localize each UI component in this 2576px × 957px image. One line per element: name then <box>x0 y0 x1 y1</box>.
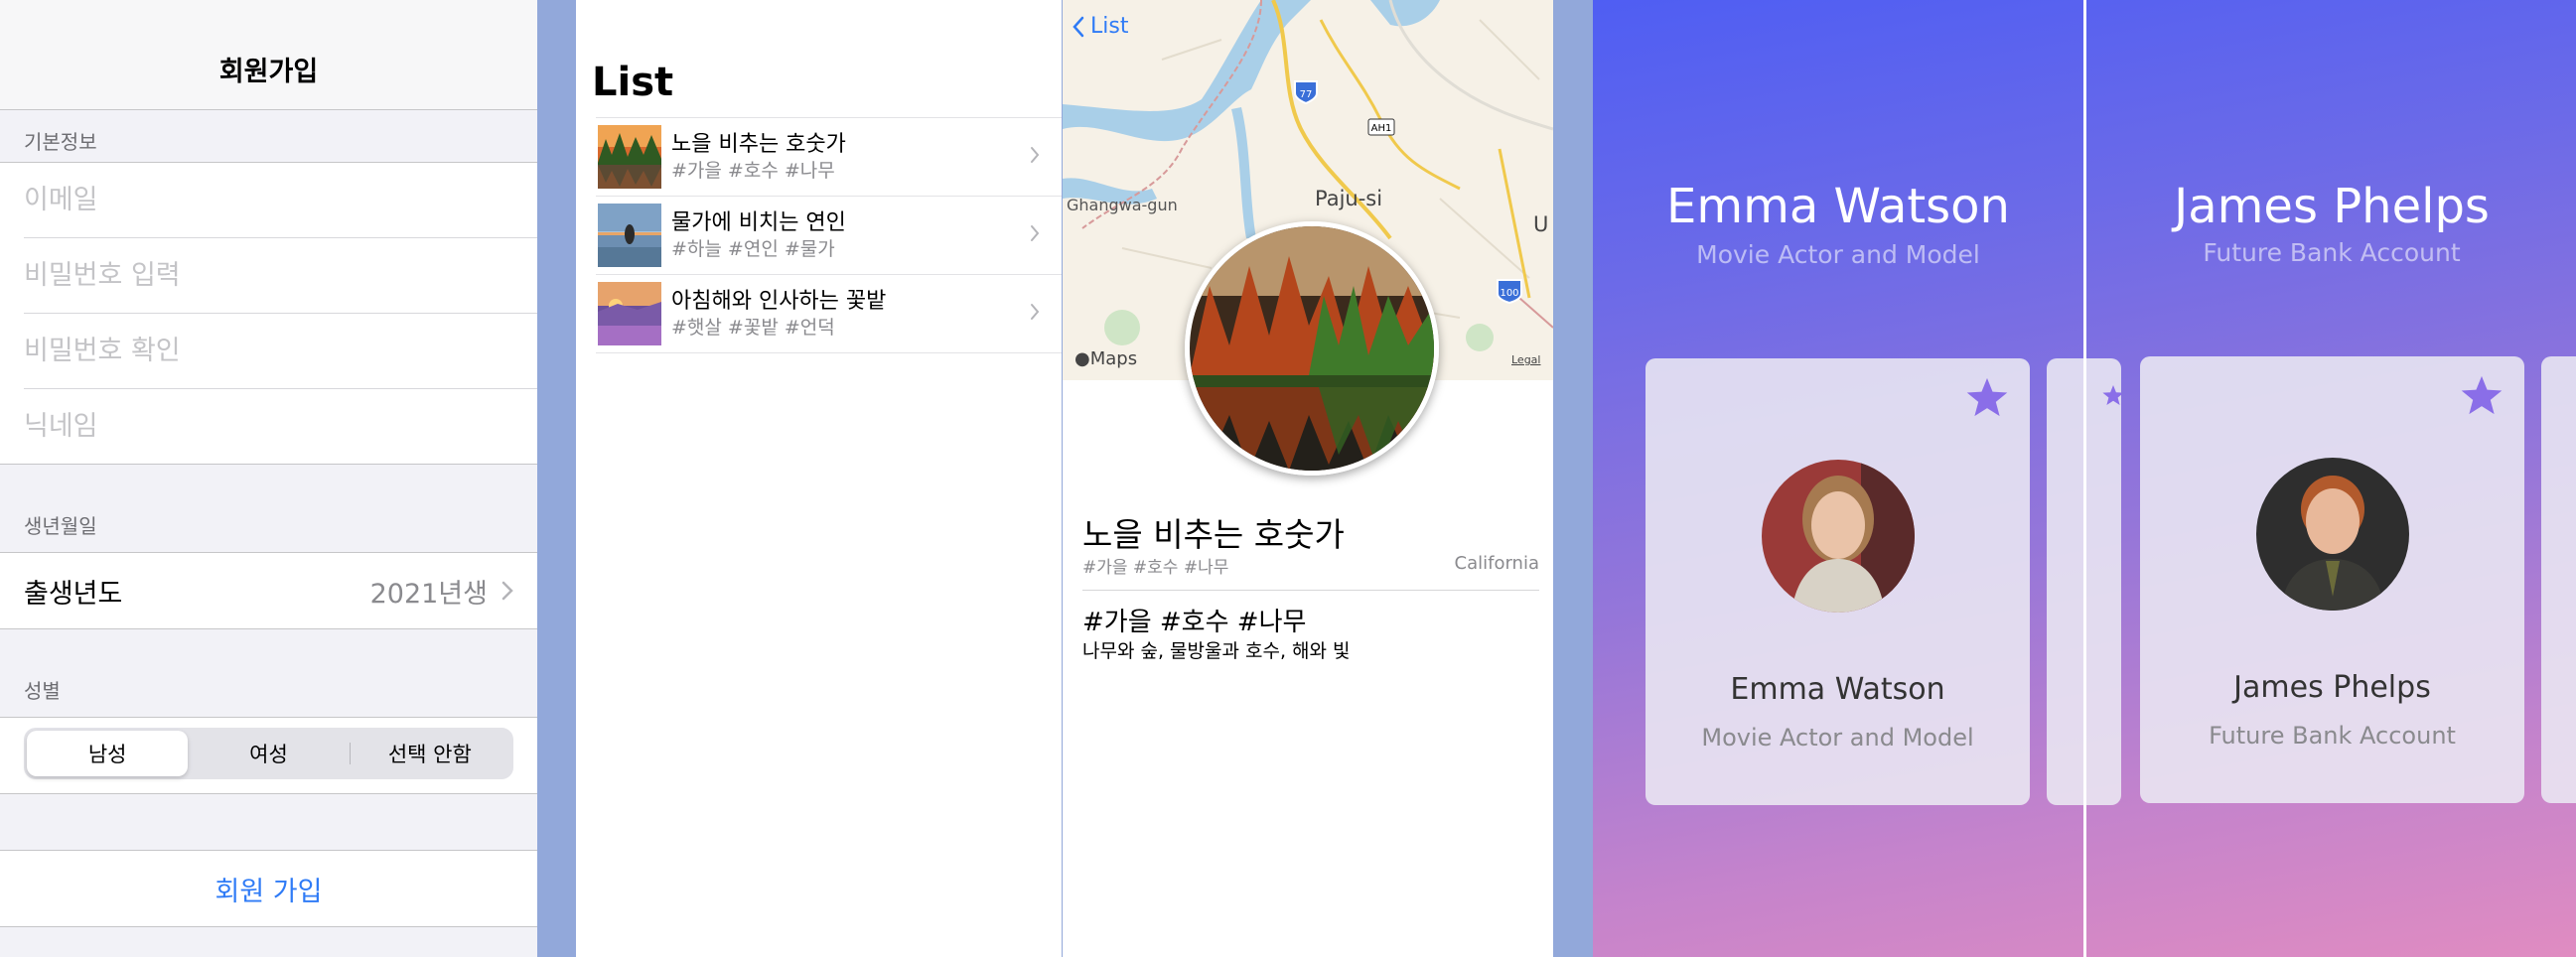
section-header-basic: 기본정보 <box>24 130 97 154</box>
road-shield-77: 77 <box>1294 80 1318 105</box>
map-label-paju: Paju-si <box>1315 187 1383 210</box>
chevron-left-icon <box>1073 16 1084 37</box>
list-item-title: 노을 비추는 호숫가 <box>671 132 846 157</box>
detail-heading: #가을 #호수 #나무 <box>1082 608 1307 637</box>
list-item-tags: #가을 #호수 #나무 <box>671 160 835 182</box>
gender-segmented-control: 남성 여성 선택 안함 <box>24 728 513 779</box>
password-confirm-row <box>24 314 537 389</box>
chevron-right-icon <box>501 581 513 601</box>
card-name: James Phelps <box>2233 670 2431 705</box>
detail-description: 나무와 숲, 물방울과 호수, 해와 빛 <box>1082 640 1351 662</box>
gender-option-none[interactable]: 선택 안함 <box>349 731 510 776</box>
basic-info-group <box>0 162 537 465</box>
thumbnail-couple-image <box>598 204 661 267</box>
section-header-gender: 성별 <box>24 679 61 703</box>
nav-title: 회원가입 <box>218 57 319 87</box>
road-shield-ah1: AH1 <box>1367 118 1395 136</box>
map-label-ghangwa: Ghangwa-gun <box>1067 196 1178 214</box>
svg-text:77: 77 <box>1300 89 1313 100</box>
svg-text:AH1: AH1 <box>1371 123 1392 134</box>
list-item-title: 아침해와 인사하는 꽃밭 <box>671 289 887 314</box>
svg-text:100: 100 <box>1500 288 1518 299</box>
password-confirm-field[interactable] <box>24 336 537 366</box>
road-shield-100: 100 <box>1497 279 1522 305</box>
list-item-tags: #햇살 #꽃밭 #언덕 <box>671 317 835 339</box>
lake-image <box>1190 226 1434 471</box>
birth-year-value: 2021년생 <box>369 578 488 610</box>
star-icon[interactable] <box>1964 376 2010 420</box>
thumbnail-flowers-image <box>598 282 661 345</box>
list-item[interactable]: 아침해와 인사하는 꽃밭 #햇살 #꽃밭 #언덕 <box>596 275 1062 353</box>
back-button[interactable]: List <box>1073 14 1128 39</box>
email-field[interactable] <box>24 185 537 215</box>
card-name: Emma Watson <box>1730 672 1945 707</box>
detail-tags: #가을 #호수 #나무 <box>1082 558 1229 578</box>
chevron-right-icon <box>1031 147 1040 163</box>
header-name: James Phelps <box>2174 179 2490 234</box>
gender-group: 남성 여성 선택 안함 <box>0 717 537 794</box>
header-name: Emma Watson <box>1666 179 2010 234</box>
profile-cards-screen: Emma Watson Movie Actor and Model Emma W… <box>1593 0 2576 957</box>
header-subtitle: Movie Actor and Model <box>1696 240 1980 269</box>
signup-button[interactable]: 회원 가입 <box>0 850 537 927</box>
password-field[interactable] <box>24 260 537 291</box>
list-item-tags: #하늘 #연인 #물가 <box>671 238 835 260</box>
next-card-peek[interactable] <box>2541 356 2576 803</box>
list-title: List <box>592 60 674 105</box>
divider <box>1082 590 1539 591</box>
header-subtitle: Future Bank Account <box>2203 238 2461 267</box>
list-item-title: 물가에 비치는 연인 <box>671 210 846 235</box>
legal-link[interactable]: Legal <box>1511 353 1540 366</box>
avatar <box>2256 458 2409 611</box>
avatar-image <box>2256 458 2409 611</box>
nickname-row <box>24 389 537 464</box>
navigation-bar: 회원가입 <box>0 0 537 110</box>
signup-screen: 회원가입 기본정보 생년월일 출생년도 2021년생 성별 남성 여성 <box>0 0 537 957</box>
nickname-field[interactable] <box>24 411 537 442</box>
avatar-image <box>1762 460 1915 613</box>
password-row <box>24 238 537 314</box>
gender-option-female[interactable]: 여성 <box>188 731 349 776</box>
photo-list: 노을 비추는 호숫가 #가을 #호수 #나무 물가에 비치는 연인 #하늘 #연… <box>596 117 1062 353</box>
apple-icon: ● <box>1074 348 1090 369</box>
profile-card[interactable]: James Phelps Future Bank Account <box>2140 356 2524 803</box>
screen-divider <box>2083 0 2086 957</box>
maps-logo: ●Maps <box>1074 348 1138 369</box>
star-icon[interactable] <box>2459 374 2504 418</box>
card-subtitle: Future Bank Account <box>2209 722 2456 750</box>
detail-image <box>1185 221 1439 476</box>
back-label: List <box>1090 14 1129 39</box>
gender-option-male[interactable]: 남성 <box>27 731 189 776</box>
star-icon <box>2102 385 2121 405</box>
birth-year-label: 출생년도 <box>24 578 123 610</box>
list-item[interactable]: 물가에 비치는 연인 #하늘 #연인 #물가 <box>596 197 1062 275</box>
birth-group: 출생년도 2021년생 <box>0 552 537 629</box>
list-item[interactable]: 노을 비추는 호숫가 #가을 #호수 #나무 <box>596 118 1062 197</box>
email-row <box>24 163 537 238</box>
profile-card[interactable]: Emma Watson Movie Actor and Model <box>1646 358 2030 805</box>
detail-screen: 77 AH1 100 Ghangwa-gun Paju-si U ●Maps L… <box>1063 0 1553 957</box>
detail-title: 노을 비추는 호숫가 <box>1082 515 1345 554</box>
list-screen: List 노을 비추는 호숫가 #가을 #호수 #나무 물가에 비치는 연인 #… <box>576 0 1062 957</box>
chevron-right-icon <box>1031 225 1040 241</box>
map-label-u: U <box>1533 212 1549 236</box>
birth-year-picker[interactable]: 출생년도 2021년생 <box>0 553 537 628</box>
avatar <box>1762 460 1915 613</box>
chevron-right-icon <box>1031 304 1040 320</box>
thumbnail-lake-image <box>598 125 661 189</box>
detail-location: California <box>1454 553 1539 574</box>
card-subtitle: Movie Actor and Model <box>1701 724 1974 752</box>
section-header-birth: 생년월일 <box>24 514 97 538</box>
